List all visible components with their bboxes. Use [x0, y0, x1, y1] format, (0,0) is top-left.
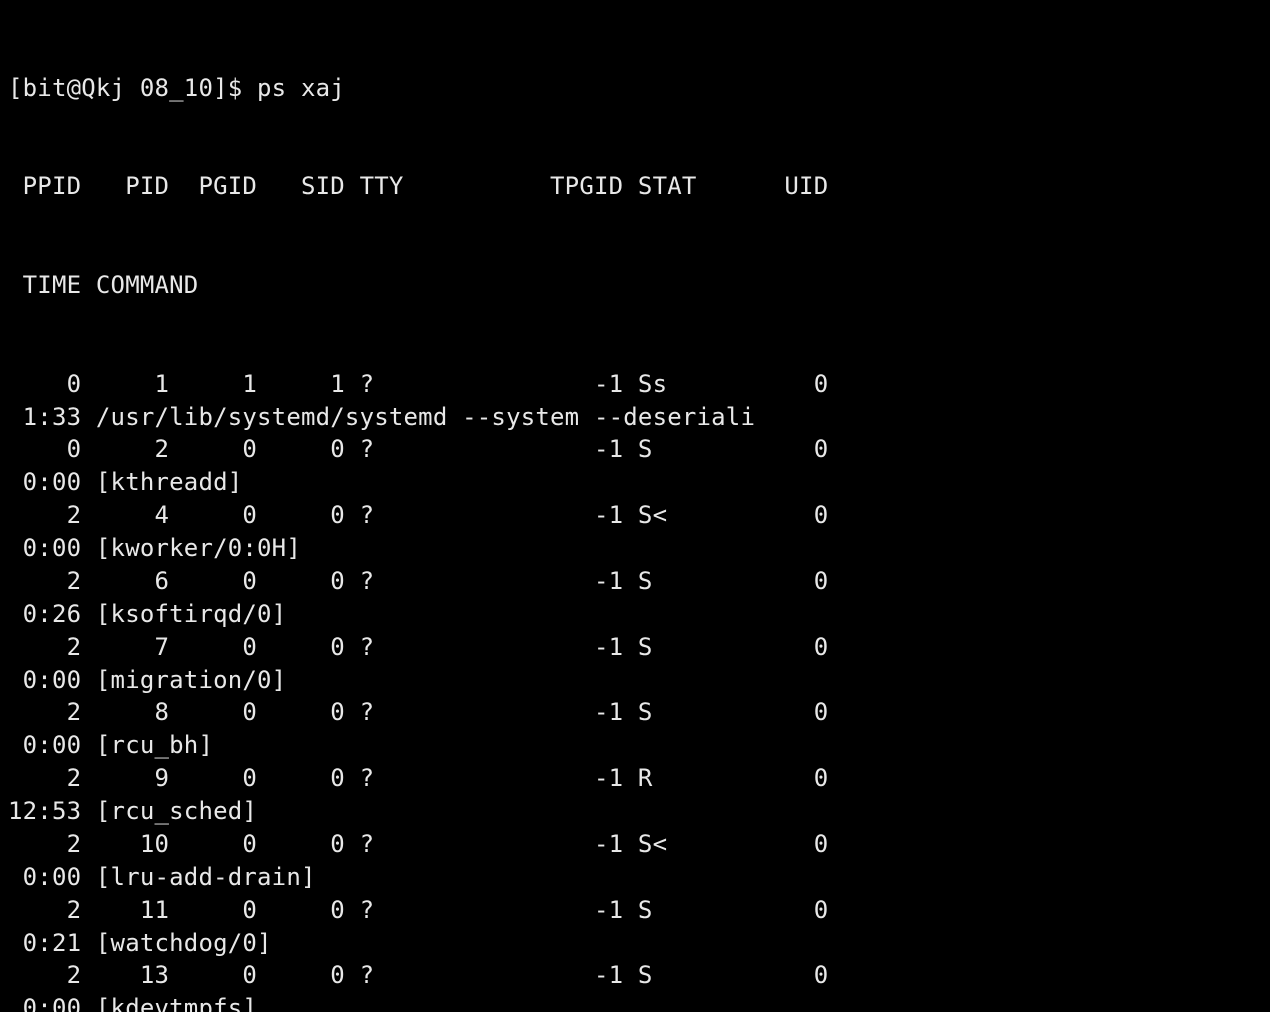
process-line-2: 0:00 [kdevtmpfs] [8, 992, 1260, 1012]
process-line-1: 2 10 0 0 ? -1 S< 0 [8, 828, 1260, 861]
terminal-window[interactable]: [bit@Qkj 08_10]$ ps xaj PPID PID PGID SI… [0, 0, 1270, 1012]
process-line-1: 2 8 0 0 ? -1 S 0 [8, 696, 1260, 729]
process-line-2: 0:00 [kthreadd] [8, 466, 1260, 499]
process-line-2: 0:00 [kworker/0:0H] [8, 532, 1260, 565]
process-line-1: 2 6 0 0 ? -1 S 0 [8, 565, 1260, 598]
prompt-line: [bit@Qkj 08_10]$ ps xaj [8, 72, 1260, 105]
header-line-2: TIME COMMAND [8, 269, 1260, 302]
process-line-1: 0 1 1 1 ? -1 Ss 0 [8, 368, 1260, 401]
process-line-2: 0:00 [lru-add-drain] [8, 861, 1260, 894]
process-line-1: 2 11 0 0 ? -1 S 0 [8, 894, 1260, 927]
process-line-2: 1:33 /usr/lib/systemd/systemd --system -… [8, 401, 1260, 434]
process-line-2: 0:00 [migration/0] [8, 664, 1260, 697]
process-line-2: 0:21 [watchdog/0] [8, 927, 1260, 960]
process-line-1: 2 9 0 0 ? -1 R 0 [8, 762, 1260, 795]
process-line-1: 2 4 0 0 ? -1 S< 0 [8, 499, 1260, 532]
process-line-2: 0:26 [ksoftirqd/0] [8, 598, 1260, 631]
process-line-1: 2 13 0 0 ? -1 S 0 [8, 959, 1260, 992]
process-line-1: 2 7 0 0 ? -1 S 0 [8, 631, 1260, 664]
process-line-2: 0:00 [rcu_bh] [8, 729, 1260, 762]
process-line-2: 12:53 [rcu_sched] [8, 795, 1260, 828]
header-line-1: PPID PID PGID SID TTY TPGID STAT UID [8, 170, 1260, 203]
process-rows: 0 1 1 1 ? -1 Ss 0 1:33 /usr/lib/systemd/… [8, 368, 1260, 1012]
process-line-1: 0 2 0 0 ? -1 S 0 [8, 433, 1260, 466]
